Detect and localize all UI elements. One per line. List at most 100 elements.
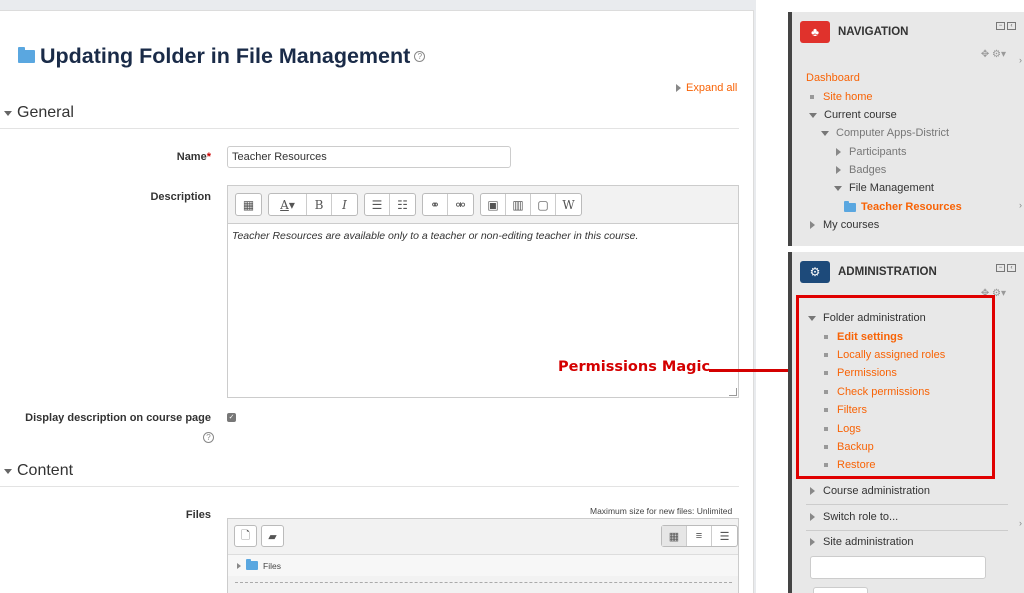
navigation-header: ♣ NAVIGATION − ‹ [792,12,1024,52]
nav-my-courses[interactable]: My courses [810,219,879,231]
nav-participants[interactable]: Participants [836,146,906,158]
display-description-checkbox[interactable]: ✓ [227,413,236,422]
toolbar-toggle-icon[interactable]: ▦ [236,194,261,215]
caret-right-icon [836,166,841,174]
divider [0,128,739,129]
tree-view-icon[interactable]: ☰ [712,526,737,546]
block-actions-icon[interactable]: ✥ ⚙▾ [981,49,1006,60]
folder-icon [246,559,258,570]
nav-file-management-label: File Management [849,182,934,194]
nav-course[interactable]: Computer Apps-District [821,127,949,139]
icon-view-icon[interactable]: ▦ [662,526,687,546]
folder-icon [18,47,35,63]
nav-my-courses-label: My courses [823,219,880,231]
section-content-header[interactable]: Content [4,462,73,480]
bullet-icon [810,95,814,99]
image-icon[interactable]: ▣ [481,194,506,215]
nav-badges[interactable]: Badges [836,164,886,176]
description-text[interactable]: Teacher Resources are available only to … [228,224,738,248]
gears-icon: ⚙ [800,261,830,283]
caret-down-icon [4,468,12,474]
file-manager: 🗋 ▰ ▦ ≡ ☰ Files [227,518,739,593]
word-paste-icon[interactable]: W [556,194,581,215]
chevron-icon: › [1019,55,1022,65]
link-icon[interactable]: ⚭ [423,194,448,215]
caret-right-icon [810,513,815,521]
caret-down-icon [834,185,842,191]
collapse-icon[interactable]: − [996,264,1005,272]
nav-teacher-resources-label: Teacher Resources [861,201,962,213]
nav-badges-label: Badges [849,164,887,176]
caret-right-icon [810,221,815,229]
resize-grip-icon[interactable] [729,388,737,396]
nav-current-course[interactable]: Current course [809,109,897,121]
caret-right-icon [810,487,815,495]
section-general-header[interactable]: General [4,104,74,122]
folder-icon [844,200,856,212]
display-description-label: Display description on course page [25,412,211,424]
add-file-icon[interactable]: 🗋 [234,525,257,547]
nav-dashboard[interactable]: Dashboard [806,72,860,84]
dock-icon[interactable]: ‹ [1007,264,1016,272]
numbered-list-icon[interactable]: ☷ [390,194,415,215]
list-view-icon[interactable]: ≡ [687,526,712,546]
caret-down-icon [821,130,829,136]
chevron-icon: › [1019,200,1022,210]
bold-icon[interactable]: B [307,194,332,215]
caret-right-icon [836,148,841,156]
name-input[interactable] [227,146,511,168]
unlink-icon[interactable]: ⚮ [448,194,473,215]
caret-down-icon [809,112,817,118]
caret-right-icon [676,84,681,93]
divider [806,504,1008,505]
file-path-label[interactable]: Files [263,561,281,571]
caret-down-icon [4,110,12,116]
nav-site-administration-label: Site administration [823,536,914,548]
nav-site-home-label: Site home [823,91,873,103]
divider [806,530,1008,531]
nav-switch-role-label: Switch role to... [823,511,899,523]
permissions-magic-annotation: Permissions Magic [558,359,711,375]
description-label: Description [150,191,211,203]
editor-toolbar: ▦ A ▾ B I ☰ ☷ ⚭ ⚮ ▣ ▥ ▢ W [228,186,738,224]
administration-title: ADMINISTRATION [838,266,937,278]
name-label: Name* [177,151,211,163]
nav-site-administration[interactable]: Site administration [810,536,914,548]
section-general-label: General [17,104,74,121]
dock-icon[interactable]: ‹ [1007,22,1016,30]
expand-all-link[interactable]: Expand all [676,82,737,94]
section-content-label: Content [17,462,74,479]
administration-header: ⚙ ADMINISTRATION − ‹ [792,254,1024,290]
nav-course-administration[interactable]: Course administration [810,485,930,497]
nav-course-administration-label: Course administration [823,485,930,497]
admin-search-input[interactable] [810,556,986,579]
file-drop-zone[interactable] [235,582,732,593]
divider [0,486,739,487]
nav-site-home[interactable]: Site home [810,91,873,103]
help-icon[interactable]: ? [414,51,426,62]
expand-all-label: Expand all [686,82,738,94]
media-icon[interactable]: ▥ [506,194,531,215]
chevron-icon: › [1019,518,1022,528]
page-title: Updating Folder in File Management ? [18,44,426,69]
file-path-bar: Files [228,554,738,576]
caret-right-icon [810,538,815,546]
nav-course-label: Computer Apps-District [836,127,950,139]
create-folder-icon[interactable]: ▰ [261,525,284,547]
help-icon[interactable]: ? [203,432,214,443]
collapse-icon[interactable]: − [996,22,1005,30]
files-label: Files [185,509,211,521]
nav-switch-role[interactable]: Switch role to... [810,511,898,523]
name-label-text: Name [176,151,207,163]
nav-file-management[interactable]: File Management [834,182,934,194]
bullet-list-icon[interactable]: ☰ [365,194,390,215]
italic-icon[interactable]: I [332,194,357,215]
required-icon: * [206,151,211,163]
nav-teacher-resources[interactable]: Teacher Resources [844,200,962,213]
nav-participants-label: Participants [849,146,907,158]
font-style-icon[interactable]: A ▾ [269,194,307,215]
navigation-title: NAVIGATION [838,26,909,38]
admin-search-button[interactable] [813,587,868,593]
page-title-text: Updating Folder in File Management [40,44,411,68]
file-icon[interactable]: ▢ [531,194,556,215]
